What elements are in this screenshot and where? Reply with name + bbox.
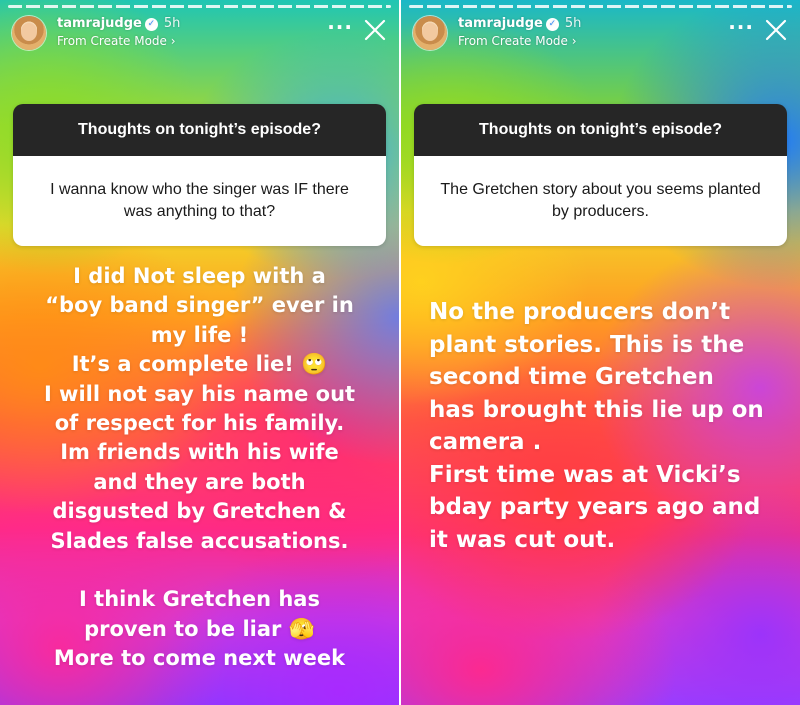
question-prompt: Thoughts on tonight’s episode?: [414, 104, 787, 156]
close-icon[interactable]: [363, 18, 387, 42]
verified-badge-icon: ✓: [144, 18, 158, 31]
create-mode-link[interactable]: From Create Mode ›: [57, 34, 176, 48]
question-sticker: Thoughts on tonight’s episode? I wanna k…: [13, 104, 386, 246]
username-row[interactable]: tamrajudge ✓ 5h: [57, 16, 180, 31]
question-answer: The Gretchen story about you seems plant…: [414, 156, 787, 246]
create-mode-link[interactable]: From Create Mode ›: [458, 34, 577, 48]
avatar[interactable]: [12, 16, 46, 50]
avatar[interactable]: [413, 16, 447, 50]
story-header: tamrajudge ✓ 5h From Create Mode › ···: [413, 14, 788, 54]
username[interactable]: tamrajudge: [458, 16, 543, 31]
story-panel-right[interactable]: tamrajudge ✓ 5h From Create Mode › ··· Tho…: [401, 0, 800, 705]
question-prompt: Thoughts on tonight’s episode?: [13, 104, 386, 156]
more-icon[interactable]: ···: [728, 17, 754, 37]
question-answer: I wanna know who the singer was IF there…: [13, 156, 386, 246]
story-panel-left[interactable]: tamrajudge ✓ 5h From Create Mode › ··· Tho…: [0, 0, 399, 705]
post-time: 5h: [564, 16, 582, 31]
reply-text: No the producers don’t plant stories. Th…: [429, 299, 764, 553]
story-progress-bar: [8, 5, 391, 8]
story-progress-bar: [409, 5, 792, 8]
reply-text: I did Not sleep with a “boy band singer”…: [43, 264, 356, 671]
question-sticker: Thoughts on tonight’s episode? The Gretc…: [414, 104, 787, 246]
story-header: tamrajudge ✓ 5h From Create Mode › ···: [12, 14, 387, 54]
post-time: 5h: [163, 16, 181, 31]
close-icon[interactable]: [764, 18, 788, 42]
verified-badge-icon: ✓: [545, 18, 559, 31]
username[interactable]: tamrajudge: [57, 16, 142, 31]
username-row[interactable]: tamrajudge ✓ 5h: [458, 16, 581, 31]
more-icon[interactable]: ···: [327, 17, 353, 37]
